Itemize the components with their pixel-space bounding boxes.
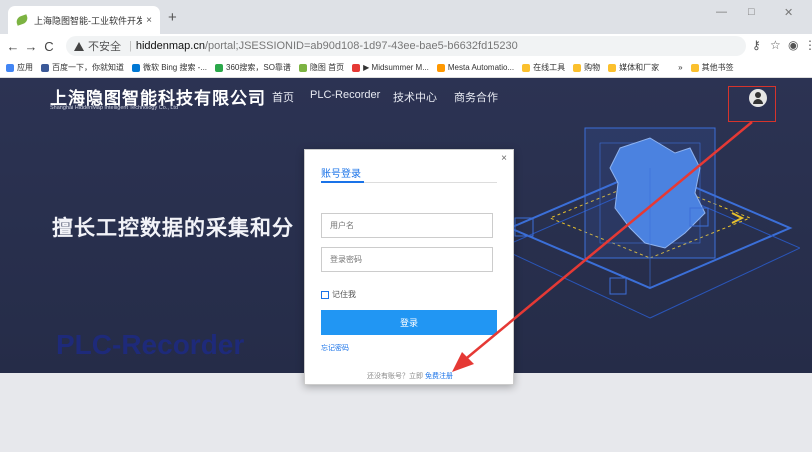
site-favicon-icon	[14, 14, 30, 26]
bookmark-label: 购物	[584, 63, 601, 72]
bookmark-item[interactable]: 微软 Bing 搜索 -...	[132, 62, 207, 73]
user-avatar-icon[interactable]	[749, 89, 767, 107]
menu-icon[interactable]: ⋮	[804, 38, 812, 52]
bookmarks-bar: 应用 百度一下，你就知道 微软 Bing 搜索 -... 360搜索，SO靠谱 隐图 首…	[0, 58, 812, 78]
bookmark-icon	[573, 63, 582, 72]
bookmark-label: Mesta Automatio...	[447, 63, 515, 72]
register-prompt: 还没有账号？立即	[367, 373, 424, 380]
browser-tab[interactable]: 上海隐图智能-工业软件开发 (北 ×	[8, 6, 160, 34]
bookmark-icon	[6, 63, 14, 72]
nav-business[interactable]: 商务合作	[454, 89, 498, 105]
bookmark-label: »	[678, 63, 683, 72]
star-icon[interactable]: ☆	[770, 38, 781, 52]
remember-label: 记住我	[332, 290, 356, 299]
bookmark-item[interactable]: Mesta Automatio...	[436, 63, 515, 72]
username-input[interactable]	[321, 213, 493, 238]
forgot-password-link[interactable]: 忘记密码	[321, 343, 349, 353]
bookmark-item[interactable]: 隐图 首页	[298, 62, 345, 73]
browser-toolbar: ← → C 不安全 | hiddenmap.cn /portal;JSESSIO…	[0, 34, 812, 58]
tab-active-indicator	[321, 181, 364, 183]
bookmark-icon	[667, 63, 676, 72]
bookmark-icon	[522, 63, 531, 72]
nav-tech-center[interactable]: 技术中心	[393, 89, 437, 105]
company-logo-en: Shanghai HiddenMap Intelligent Technolog…	[50, 105, 179, 111]
nav-plc-recorder[interactable]: PLC-Recorder	[310, 89, 380, 101]
bookmark-label: 百度一下，你就知道	[52, 63, 124, 72]
forward-button[interactable]: →	[22, 39, 40, 54]
register-row: 还没有账号？立即 免费注册	[305, 371, 515, 381]
bookmark-item[interactable]: »	[667, 63, 683, 72]
security-label: 不安全	[88, 41, 121, 53]
section-title: PLC-Recorder	[56, 329, 245, 360]
bookmark-label: ▶ Midsummer M...	[363, 63, 429, 72]
nav-home[interactable]: 首页	[272, 89, 294, 105]
back-button[interactable]: ←	[4, 39, 22, 54]
bookmark-item[interactable]: 媒体和厂家	[608, 62, 659, 73]
tab-title: 上海隐图智能-工业软件开发 (北	[34, 15, 143, 26]
password-input[interactable]	[321, 247, 493, 272]
address-bar[interactable]: 不安全 | hiddenmap.cn /portal;JSESSIONID=ab…	[66, 36, 746, 56]
bookmark-item[interactable]: 百度一下，你就知道	[41, 62, 124, 73]
bookmark-icon	[41, 63, 49, 72]
register-link[interactable]: 免费注册	[425, 373, 453, 380]
reload-button[interactable]: C	[40, 39, 58, 54]
bookmark-item[interactable]: 在线工具	[522, 62, 565, 73]
bookmark-item[interactable]: 应用	[6, 62, 33, 73]
login-modal: × 账号登录 记住我 登录 忘记密码 还没有账号？立即 免费注册	[304, 149, 514, 385]
separator: |	[129, 40, 132, 52]
bookmark-icon	[608, 63, 617, 72]
bookmark-icon	[298, 63, 307, 72]
map-illustration	[500, 127, 800, 319]
window-close-button[interactable]: ✕	[784, 6, 793, 19]
key-icon[interactable]: ⚷	[752, 38, 761, 52]
remember-checkbox[interactable]	[321, 290, 329, 299]
bookmark-label: 隐图 首页	[309, 63, 345, 72]
login-button[interactable]: 登录	[321, 310, 497, 335]
bookmark-item[interactable]: 购物	[573, 62, 600, 73]
bookmark-icon	[690, 63, 699, 72]
bookmark-label: 应用	[17, 63, 33, 72]
url-path: /portal;JSESSIONID=ab90d108-1d97-43ee-ba…	[204, 40, 518, 52]
maximize-button[interactable]: □	[748, 6, 755, 18]
account-icon[interactable]: ◉	[788, 38, 798, 52]
bookmark-item[interactable]: 360搜索，SO靠谱	[215, 62, 291, 73]
warning-icon	[74, 41, 84, 51]
modal-close-icon[interactable]: ×	[501, 153, 507, 164]
browser-tabstrip: 上海隐图智能-工业软件开发 (北 × + — □ ✕	[0, 0, 812, 34]
bookmark-label: 其他书签	[701, 63, 734, 72]
bookmark-label: 媒体和厂家	[619, 63, 660, 72]
url-host: hiddenmap.cn	[135, 40, 205, 52]
new-tab-button[interactable]: +	[168, 9, 177, 26]
tab-account-login[interactable]: 账号登录	[321, 165, 361, 180]
bookmark-label: 微软 Bing 搜索 -...	[143, 63, 208, 72]
remember-me[interactable]: 记住我	[321, 289, 356, 300]
bookmark-icon	[132, 63, 140, 72]
tab-close-icon[interactable]: ×	[146, 15, 152, 26]
bookmark-label: 360搜索，SO靠谱	[226, 63, 291, 72]
bookmark-item[interactable]: ▶ Midsummer M...	[352, 63, 429, 72]
bookmark-icon	[436, 63, 445, 72]
bookmark-label: 在线工具	[533, 63, 566, 72]
minimize-button[interactable]: —	[716, 6, 727, 18]
bookmark-icon	[215, 63, 224, 72]
hero-slogan: 擅长工控数据的采集和分	[52, 217, 294, 240]
bookmark-item[interactable]: 其他书签	[690, 62, 734, 73]
bookmark-icon	[352, 63, 361, 72]
